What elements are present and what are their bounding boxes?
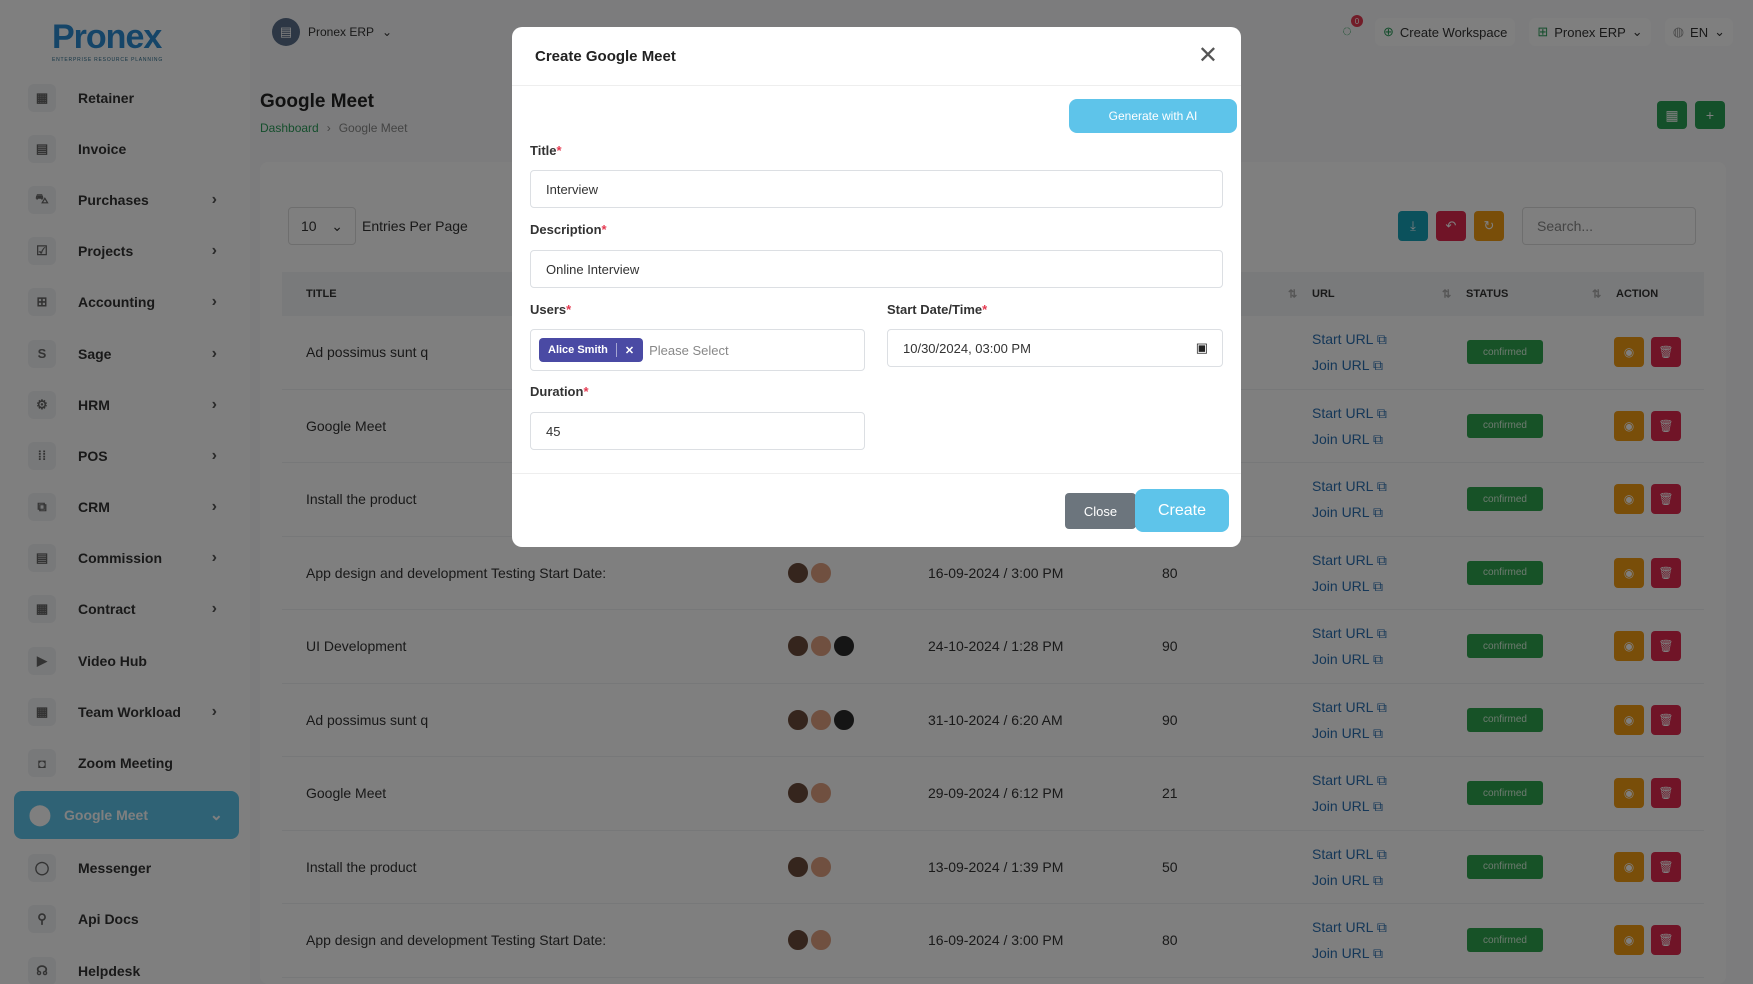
title-label-text: Title — [530, 143, 557, 158]
start-label: Start Date/Time* — [887, 302, 987, 317]
chip-divider — [615, 343, 617, 357]
required-mark: * — [556, 143, 562, 158]
user-chip-label: Alice Smith — [548, 344, 608, 356]
users-label: Users* — [530, 302, 571, 317]
duration-input[interactable]: 45 — [530, 412, 865, 450]
modal-header: Create Google Meet ✕ — [512, 27, 1241, 86]
title-label: Title* — [530, 143, 562, 158]
remove-chip-icon[interactable]: ✕ — [625, 344, 634, 357]
duration-label-text: Duration — [530, 384, 584, 399]
duration-label: Duration* — [530, 384, 589, 399]
description-input[interactable]: Online Interview — [530, 250, 1223, 288]
required-mark: * — [566, 302, 572, 317]
user-chip: Alice Smith ✕ — [539, 338, 644, 362]
create-meet-modal: Create Google Meet ✕ Generate with AI Ti… — [512, 27, 1241, 547]
required-mark: * — [601, 222, 607, 237]
modal-footer: Close Create — [512, 473, 1241, 547]
description-label: Description* — [530, 222, 607, 237]
required-mark: * — [982, 302, 988, 317]
users-select[interactable]: Alice Smith ✕ Please Select — [530, 329, 865, 371]
start-label-text: Start Date/Time — [887, 302, 983, 317]
description-label-text: Description — [530, 222, 602, 237]
start-datetime-input[interactable]: 10/30/2024, 03:00 PM ▣ — [887, 329, 1223, 367]
start-datetime-value: 10/30/2024, 03:00 PM — [903, 340, 1031, 356]
generate-ai-button[interactable]: Generate with AI — [1069, 99, 1237, 133]
users-label-text: Users — [530, 302, 567, 317]
close-icon[interactable]: ✕ — [1198, 44, 1218, 68]
required-mark: * — [583, 384, 589, 399]
title-input[interactable]: Interview — [530, 170, 1223, 208]
users-placeholder: Please Select — [649, 342, 729, 358]
create-button[interactable]: Create — [1135, 489, 1229, 532]
calendar-icon[interactable]: ▣ — [1196, 340, 1208, 356]
close-button[interactable]: Close — [1065, 493, 1136, 529]
modal-title: Create Google Meet — [535, 47, 676, 65]
